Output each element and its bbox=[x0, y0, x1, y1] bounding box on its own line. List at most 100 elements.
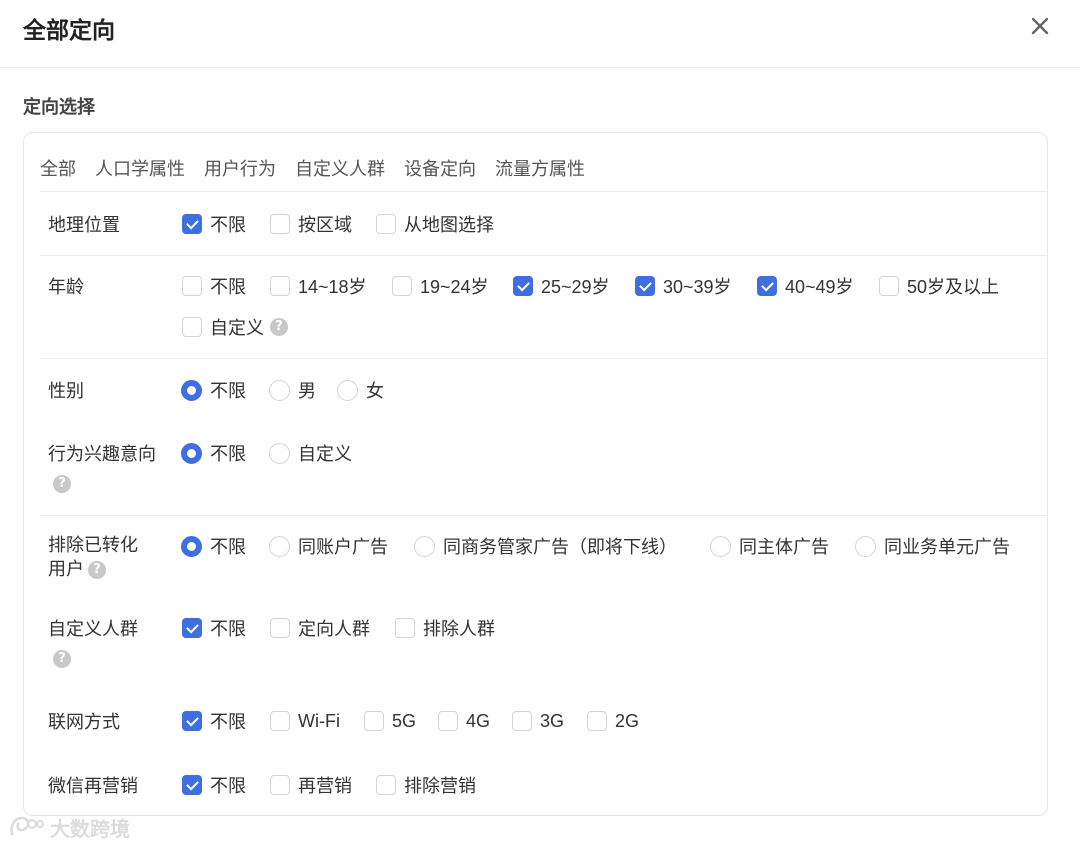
checkbox[interactable] bbox=[438, 711, 458, 731]
checkbox[interactable] bbox=[879, 276, 899, 296]
option-label: 再营销 bbox=[298, 776, 352, 796]
tab-all[interactable]: 全部 bbox=[40, 155, 76, 183]
option-label: 不限 bbox=[210, 712, 246, 732]
network-option-unlimited[interactable]: 不限 bbox=[182, 709, 246, 733]
tab-traffic-attributes[interactable]: 流量方属性 bbox=[495, 155, 585, 183]
interest-option-unlimited[interactable]: 不限 bbox=[181, 441, 246, 465]
option-label: 同主体广告 bbox=[739, 537, 829, 557]
option-label: 同业务单元广告 bbox=[884, 537, 1010, 557]
custom-audience-label: 自定义人群 bbox=[48, 619, 138, 639]
checkbox[interactable] bbox=[182, 618, 202, 638]
exclude-converted-label-line2: 用户? bbox=[48, 557, 106, 581]
wechat-option-remarketing[interactable]: 再营销 bbox=[270, 773, 352, 797]
option-label: 同商务管家广告（即将下线） bbox=[443, 537, 677, 557]
checkbox[interactable] bbox=[182, 214, 202, 234]
checkbox[interactable] bbox=[182, 276, 202, 296]
radio[interactable] bbox=[269, 535, 290, 557]
location-label: 地理位置 bbox=[48, 215, 120, 235]
checkbox[interactable] bbox=[182, 775, 202, 795]
custom-audience-option-unlimited[interactable]: 不限 bbox=[182, 616, 246, 640]
network-option-3g[interactable]: 3G bbox=[512, 709, 564, 733]
option-label: 按区域 bbox=[298, 215, 352, 235]
gender-option-unlimited[interactable]: 不限 bbox=[181, 378, 246, 402]
radio[interactable] bbox=[269, 442, 290, 464]
custom-audience-option-exclude[interactable]: 排除人群 bbox=[395, 616, 495, 640]
age-label: 年龄 bbox=[48, 277, 84, 297]
exclude-option-same-entity[interactable]: 同主体广告 bbox=[710, 534, 829, 558]
exclude-option-same-account[interactable]: 同账户广告 bbox=[269, 534, 388, 558]
close-icon[interactable] bbox=[1026, 12, 1054, 40]
radio[interactable] bbox=[337, 379, 358, 401]
option-label: 19~24岁 bbox=[420, 277, 489, 297]
interest-label: 行为兴趣意向 bbox=[48, 444, 156, 464]
help-icon[interactable]: ? bbox=[53, 650, 71, 668]
radio[interactable] bbox=[414, 535, 435, 557]
age-option-40-49[interactable]: 40~49岁 bbox=[757, 274, 854, 298]
checkbox[interactable] bbox=[270, 775, 290, 795]
checkbox[interactable] bbox=[512, 711, 532, 731]
checkbox[interactable] bbox=[182, 317, 202, 337]
radio[interactable] bbox=[855, 535, 876, 557]
network-option-4g[interactable]: 4G bbox=[438, 709, 490, 733]
option-label: 男 bbox=[298, 381, 316, 401]
checkbox[interactable] bbox=[270, 276, 290, 296]
checkbox[interactable] bbox=[513, 276, 533, 296]
checkbox[interactable] bbox=[270, 214, 290, 234]
checkbox[interactable] bbox=[376, 214, 396, 234]
checkbox[interactable] bbox=[364, 711, 384, 731]
checkbox[interactable] bbox=[635, 276, 655, 296]
option-label: 40~49岁 bbox=[785, 277, 854, 297]
help-icon[interactable]: ? bbox=[53, 475, 71, 493]
tab-demographics[interactable]: 人口学属性 bbox=[95, 155, 185, 183]
option-label: 不限 bbox=[210, 619, 246, 639]
option-label: 2G bbox=[615, 710, 640, 731]
location-option-by-region[interactable]: 按区域 bbox=[270, 212, 352, 236]
age-option-50-plus[interactable]: 50岁及以上 bbox=[879, 274, 999, 298]
help-icon[interactable]: ? bbox=[270, 318, 288, 336]
option-label: 不限 bbox=[210, 776, 246, 796]
location-option-unlimited[interactable]: 不限 bbox=[182, 212, 246, 236]
age-option-19-24[interactable]: 19~24岁 bbox=[392, 274, 489, 298]
radio[interactable] bbox=[181, 535, 202, 557]
checkbox[interactable] bbox=[182, 711, 202, 731]
age-option-custom[interactable]: 自定义? bbox=[182, 315, 288, 339]
network-option-2g[interactable]: 2G bbox=[587, 709, 639, 733]
interest-option-custom[interactable]: 自定义 bbox=[269, 441, 352, 465]
checkbox[interactable] bbox=[270, 618, 290, 638]
exclude-option-same-business-unit[interactable]: 同业务单元广告 bbox=[855, 534, 1010, 558]
checkbox[interactable] bbox=[392, 276, 412, 296]
tab-user-behavior[interactable]: 用户行为 bbox=[204, 155, 276, 183]
option-label: 30~39岁 bbox=[663, 277, 732, 297]
help-icon[interactable]: ? bbox=[88, 561, 106, 580]
checkbox[interactable] bbox=[270, 711, 290, 731]
age-option-25-29[interactable]: 25~29岁 bbox=[513, 274, 610, 298]
age-option-14-18[interactable]: 14~18岁 bbox=[270, 274, 367, 298]
radio[interactable] bbox=[710, 535, 731, 557]
gender-option-male[interactable]: 男 bbox=[269, 378, 316, 402]
location-option-map[interactable]: 从地图选择 bbox=[376, 212, 494, 236]
radio[interactable] bbox=[269, 379, 290, 401]
age-option-unlimited[interactable]: 不限 bbox=[182, 274, 246, 298]
tab-device[interactable]: 设备定向 bbox=[404, 155, 476, 183]
wechat-option-exclude[interactable]: 排除营销 bbox=[376, 773, 476, 797]
radio[interactable] bbox=[181, 379, 202, 401]
checkbox[interactable] bbox=[587, 711, 607, 731]
age-option-30-39[interactable]: 30~39岁 bbox=[635, 274, 732, 298]
network-option-wifi[interactable]: Wi-Fi bbox=[270, 709, 340, 733]
option-label: 25~29岁 bbox=[541, 277, 610, 297]
network-option-5g[interactable]: 5G bbox=[364, 709, 416, 733]
checkbox[interactable] bbox=[395, 618, 415, 638]
dialog-title: 全部定向 bbox=[23, 17, 115, 43]
gender-label: 性别 bbox=[48, 381, 84, 401]
tab-custom-audience[interactable]: 自定义人群 bbox=[295, 155, 385, 183]
label-text: 用户 bbox=[48, 559, 84, 579]
checkbox[interactable] bbox=[376, 775, 396, 795]
option-label: 不限 bbox=[210, 215, 246, 235]
wechat-option-unlimited[interactable]: 不限 bbox=[182, 773, 246, 797]
gender-option-female[interactable]: 女 bbox=[337, 378, 384, 402]
custom-audience-option-target[interactable]: 定向人群 bbox=[270, 616, 370, 640]
exclude-option-same-business-manager[interactable]: 同商务管家广告（即将下线） bbox=[414, 534, 677, 558]
radio[interactable] bbox=[181, 442, 202, 464]
checkbox[interactable] bbox=[757, 276, 777, 296]
exclude-option-unlimited[interactable]: 不限 bbox=[181, 534, 246, 558]
